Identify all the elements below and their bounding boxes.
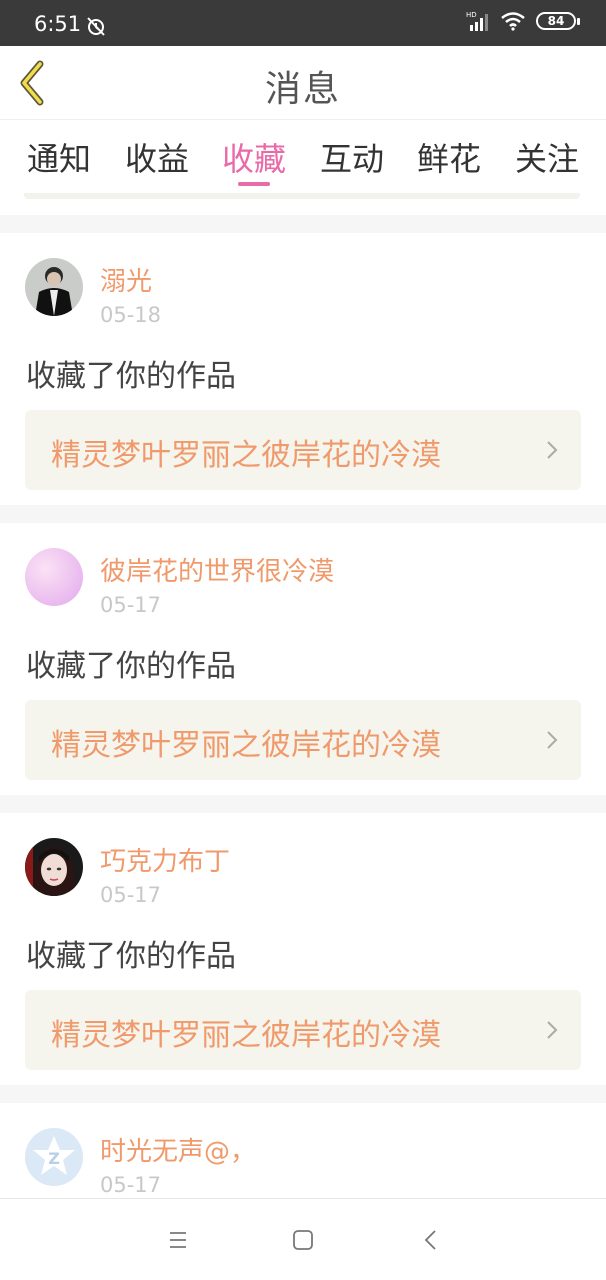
menu-icon[interactable]: [163, 1225, 193, 1255]
tab-notifications[interactable]: 通知: [19, 134, 99, 180]
username[interactable]: 溺光: [100, 261, 152, 298]
chevron-right-icon: [547, 1021, 558, 1039]
system-nav-bar: [0, 1198, 606, 1280]
section-gap: [0, 1085, 606, 1103]
status-time: 6:51: [34, 12, 82, 36]
chevron-right-icon: [547, 731, 558, 749]
alarm-off-icon: [87, 17, 105, 36]
tab-bar-divider: [24, 193, 580, 199]
avatar[interactable]: [25, 838, 83, 896]
svg-text:Z: Z: [48, 1149, 60, 1168]
wifi-icon: [501, 12, 525, 31]
message-date: 05-17: [100, 883, 162, 907]
message-date: 05-17: [100, 593, 162, 617]
home-icon[interactable]: [288, 1225, 318, 1255]
message-card: 巧克力布丁 05-17 收藏了你的作品 精灵梦叶罗丽之彼岸花的冷漠: [0, 813, 606, 1085]
work-link[interactable]: 精灵梦叶罗丽之彼岸花的冷漠: [25, 700, 581, 780]
message-card: 溺光 05-18 收藏了你的作品 精灵梦叶罗丽之彼岸花的冷漠: [0, 233, 606, 505]
tab-flowers[interactable]: 鲜花: [409, 134, 489, 180]
work-title: 精灵梦叶罗丽之彼岸花的冷漠: [51, 1018, 441, 1053]
message-card: Z 时光无声@， 05-17: [0, 1103, 606, 1198]
tab-interactions[interactable]: 互动: [312, 134, 392, 180]
avatar-pink-gradient-image: [25, 548, 83, 606]
action-text: 收藏了你的作品: [26, 359, 236, 394]
avatar-default-z-image: Z: [25, 1128, 83, 1186]
section-gap: [0, 795, 606, 813]
tab-earnings[interactable]: 收益: [117, 134, 197, 180]
back-icon[interactable]: [416, 1225, 446, 1255]
username[interactable]: 巧克力布丁: [100, 841, 230, 878]
section-gap: [0, 505, 606, 523]
avatar[interactable]: [25, 548, 83, 606]
tab-bar: 通知 收益 收藏 互动 鲜花 关注: [0, 120, 606, 200]
avatar-man-in-suit-image: [25, 258, 83, 316]
message-date: 05-17: [100, 1173, 162, 1197]
action-text: 收藏了你的作品: [26, 649, 236, 684]
username[interactable]: 时光无声@，: [100, 1131, 256, 1168]
work-title: 精灵梦叶罗丽之彼岸花的冷漠: [51, 728, 441, 763]
battery-indicator: 84: [536, 12, 580, 30]
status-bar: 6:51 HD 84: [0, 0, 606, 46]
header: 消息: [0, 46, 606, 120]
svg-text:HD: HD: [466, 11, 477, 19]
username[interactable]: 彼岸花的世界很冷漠: [100, 551, 334, 588]
chevron-right-icon: [547, 441, 558, 459]
work-link[interactable]: 精灵梦叶罗丽之彼岸花的冷漠: [25, 990, 581, 1070]
avatar-girl-photo-image: [25, 838, 83, 896]
tab-favorites[interactable]: 收藏: [214, 134, 294, 180]
section-gap: [0, 215, 606, 233]
active-tab-indicator: [238, 182, 270, 186]
work-title: 精灵梦叶罗丽之彼岸花的冷漠: [51, 438, 441, 473]
avatar[interactable]: Z: [25, 1128, 83, 1186]
signal-icon: HD: [466, 11, 488, 31]
message-date: 05-18: [100, 303, 162, 327]
work-link[interactable]: 精灵梦叶罗丽之彼岸花的冷漠: [25, 410, 581, 490]
message-card: 彼岸花的世界很冷漠 05-17 收藏了你的作品 精灵梦叶罗丽之彼岸花的冷漠: [0, 523, 606, 795]
page-title: 消息: [264, 69, 341, 110]
action-text: 收藏了你的作品: [26, 939, 236, 974]
tab-follows[interactable]: 关注: [507, 134, 587, 180]
avatar[interactable]: [25, 258, 83, 316]
